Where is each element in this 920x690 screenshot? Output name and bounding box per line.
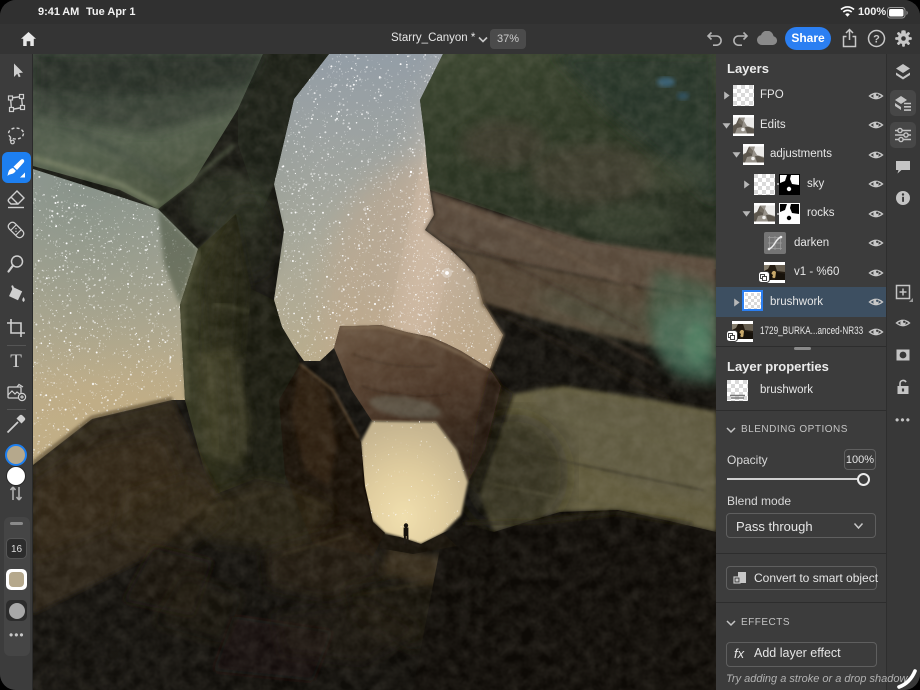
svg-text:?: ? [873,34,880,46]
svg-text:T: T [10,351,22,372]
